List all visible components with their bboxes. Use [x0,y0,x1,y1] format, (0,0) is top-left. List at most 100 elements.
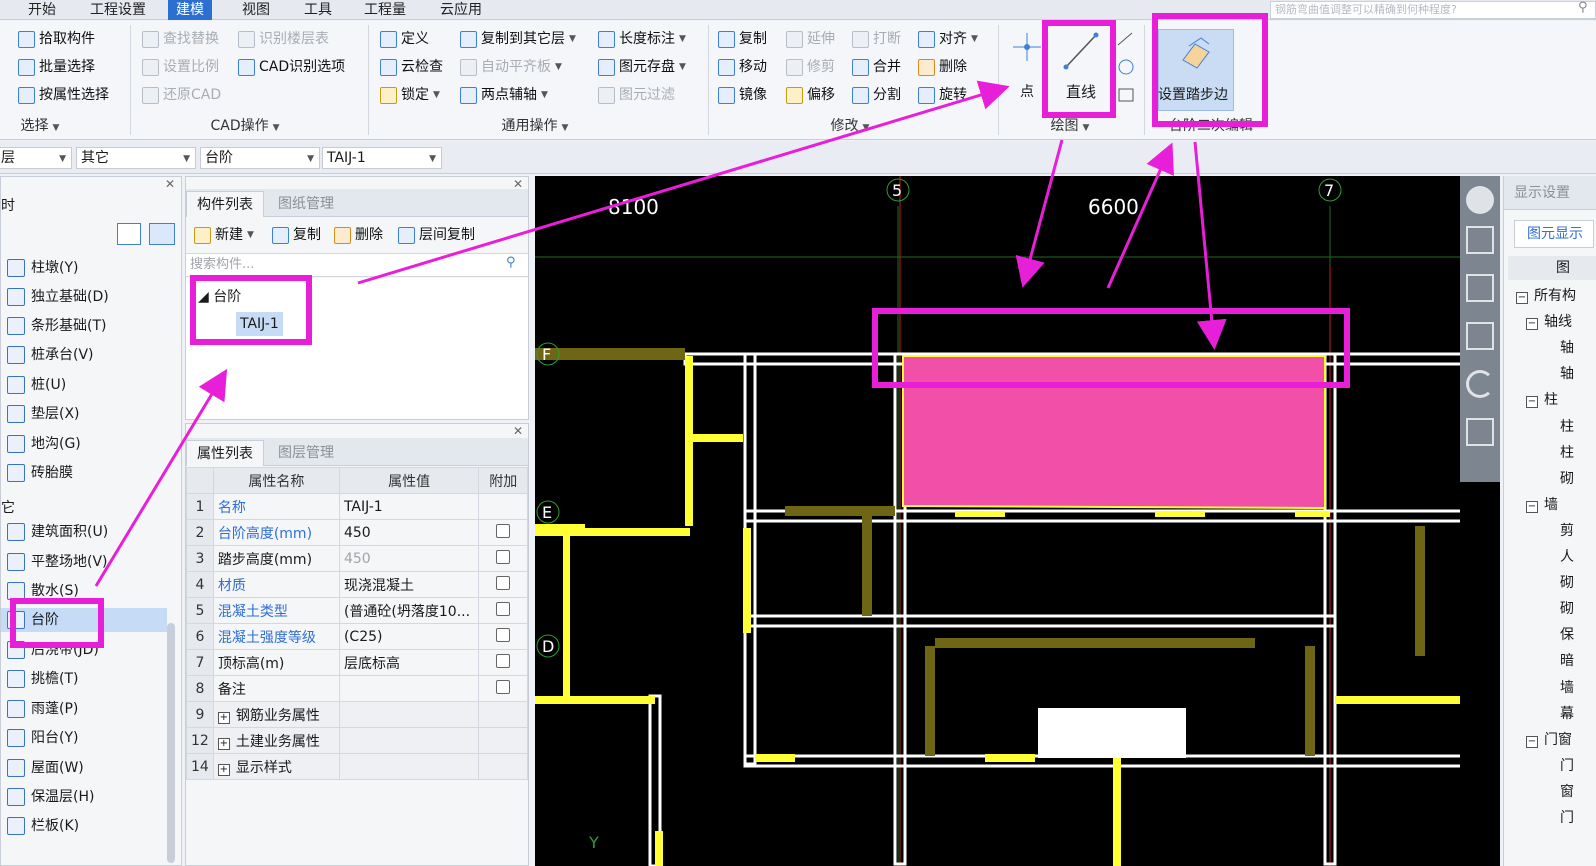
extra-checkbox[interactable] [496,653,511,668]
tab-layer-manage[interactable]: 图层管理 [268,440,344,466]
mirror-button[interactable]: 镜像 [718,83,767,107]
property-row[interactable]: 6 混凝土强度等级 (C25) [186,623,528,650]
nav-item[interactable]: 屋面(W) [1,756,167,780]
display-tree-item[interactable]: − 轴线 [1526,310,1572,334]
copy-to-other-floor-button[interactable]: 复制到其它层 ▼ [460,27,576,51]
element-filter-button[interactable]: 图元过滤 [598,83,675,107]
property-row[interactable]: 3 踏步高度(mm) 450 [186,545,528,572]
pick-component-button[interactable]: 拾取构件 [18,27,95,51]
display-tree-item[interactable]: 幕 [1560,702,1574,726]
menu-tools[interactable]: 工具 [296,0,340,20]
nav-item[interactable]: 桩(U) [1,373,167,397]
top-view-icon[interactable] [1466,274,1494,302]
nav-item[interactable]: 挑檐(T) [1,667,167,691]
nav-item[interactable]: 台阶 [1,608,167,632]
property-value[interactable]: (普通砼(坍落度10... [338,597,480,624]
display-tree-item[interactable]: 砌 [1560,571,1574,595]
property-group-row[interactable]: 12 + 土建业务属性 [186,727,528,754]
type-dropdown[interactable]: 台阶 ▼ [200,147,320,169]
display-tree-item[interactable]: 柱 [1560,415,1574,439]
move-button[interactable]: 移动 [718,55,767,79]
expand-icon[interactable]: + [217,737,230,750]
select-by-property-button[interactable]: 按属性选择 [18,83,109,107]
property-row[interactable]: 1 名称 TAIJ-1 [186,493,528,520]
box-view-icon[interactable] [1466,322,1494,350]
display-tree-item[interactable]: 门 [1560,754,1574,778]
extra-checkbox[interactable] [496,523,511,538]
extra-checkbox[interactable] [496,549,511,564]
nav-item[interactable]: 桩承台(V) [1,343,167,367]
property-value[interactable]: (C25) [338,623,480,650]
find-replace-button[interactable]: 查找替换 [142,27,219,51]
nav-item[interactable]: 平整场地(V) [1,550,167,574]
expand-icon[interactable]: + [217,763,230,776]
nav-item[interactable]: 栏板(K) [1,814,167,838]
set-scale-button[interactable]: 设置比例 [142,55,219,79]
set-step-edge-button[interactable]: 设置踏步边 [1158,29,1234,111]
define-button[interactable]: 定义 [380,27,429,51]
common-group-label[interactable]: 通用操作 ▼ [480,116,590,136]
display-tree-item[interactable]: 砌 [1560,467,1574,491]
display-tree-item[interactable]: 暗 [1560,649,1574,673]
tab-property-list[interactable]: 属性列表 [186,440,264,466]
cad-recognition-options-button[interactable]: CAD识别选项 [238,55,345,79]
menu-modeling[interactable]: 建模 [168,0,212,20]
nav-item[interactable]: 地沟(G) [1,432,167,456]
copy-component-button[interactable]: 复制 [272,223,321,247]
extend-button[interactable]: 延伸 [786,27,835,51]
nav-item[interactable]: 砖胎膜 [1,461,167,485]
draw-tools-mini[interactable] [1114,27,1138,107]
help-search-input[interactable]: 钢筋弯曲值调整可以精确到何种程度? [1270,1,1596,19]
display-tree-item[interactable]: 人 [1560,545,1574,569]
modify-group-label[interactable]: 修改 ▼ [810,116,890,136]
collapse-icon[interactable]: − [1526,500,1538,513]
component-dropdown[interactable]: TAIJ-1 ▼ [322,147,442,169]
recognize-floor-table-button[interactable]: 识别楼层表 [238,27,329,51]
close-icon[interactable]: ✕ [165,177,175,191]
merge-button[interactable]: 合并 [852,55,901,79]
display-settings-title[interactable]: 显示设置 [1504,176,1596,210]
nav-item[interactable]: 条形基础(T) [1,314,167,338]
delete-button[interactable]: 删除 [918,55,967,79]
tab-component-list[interactable]: 构件列表 [186,191,264,217]
batch-select-button[interactable]: 批量选择 [18,55,95,79]
menu-cloud[interactable]: 云应用 [432,0,490,20]
orbit-icon[interactable] [1466,186,1494,214]
collapse-icon[interactable]: − [1526,318,1538,331]
display-tree-item[interactable]: − 柱 [1526,388,1558,412]
nav-scrollbar[interactable] [167,623,175,863]
floor-dropdown[interactable]: 层 ▼ [0,147,72,169]
property-row[interactable]: 8 备注 [186,675,528,702]
property-value[interactable]: 450 [338,545,480,572]
property-value[interactable]: TAIJ-1 [338,493,480,520]
extra-checkbox[interactable] [496,601,511,616]
rotate-button[interactable]: 旋转 [918,83,967,107]
search-icon[interactable]: ⚲ [506,255,516,270]
property-value[interactable]: 层底标高 [338,649,480,676]
display-tree-item[interactable]: 柱 [1560,441,1574,465]
display-tree-item[interactable]: 轴 [1560,336,1574,360]
property-group-row[interactable]: 9 + 钢筋业务属性 [186,701,528,728]
extra-checkbox[interactable] [496,627,511,642]
nav-item[interactable]: 垫层(X) [1,402,167,426]
menu-quantity[interactable]: 工程量 [356,0,414,20]
display-tree-item[interactable]: 轴 [1560,362,1574,386]
extra-checkbox[interactable] [496,575,511,590]
menu-project-settings[interactable]: 工程设置 [82,0,154,20]
split-button[interactable]: 分割 [852,83,901,107]
auto-flush-slab-button[interactable]: 自动平齐板 ▼ [460,55,562,79]
layer-view-icon[interactable] [1466,418,1494,446]
nav-item[interactable]: 建筑面积(U) [1,520,167,544]
offset-button[interactable]: 偏移 [786,83,835,107]
menu-view[interactable]: 视图 [234,0,278,20]
nav-item[interactable]: 独立基础(D) [1,285,167,309]
property-row[interactable]: 5 混凝土类型 (普通砼(坍落度10... [186,597,528,624]
delete-component-button[interactable]: 删除 [334,223,383,247]
cloud-check-button[interactable]: 云检查 [380,55,443,79]
extra-checkbox[interactable] [496,679,511,694]
lock-button[interactable]: 锁定 ▼ [380,83,440,107]
3d-view-icon[interactable] [1466,226,1494,254]
category-dropdown[interactable]: 其它 ▼ [76,147,196,169]
rotate-view-icon[interactable] [1466,370,1494,398]
display-tree-item[interactable]: 窗 [1560,780,1574,804]
